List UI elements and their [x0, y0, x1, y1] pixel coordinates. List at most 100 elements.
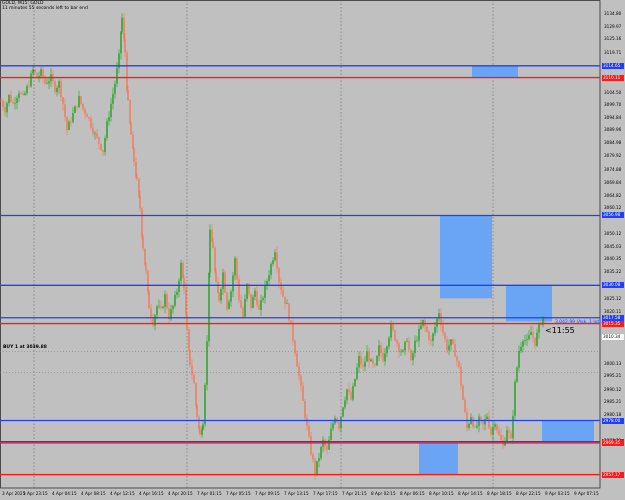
price-tick-label: 3129.97 [604, 23, 622, 29]
candle-body [366, 351, 368, 362]
price-tick-label: 3119.71 [604, 50, 622, 56]
candle-body [182, 262, 184, 278]
candle-body [74, 106, 76, 113]
time-tick-label: 3 Apr 23:15 [23, 491, 48, 496]
candle-body [228, 301, 230, 310]
candle-body [129, 100, 131, 124]
blue-level-tag: 2978.00 [602, 417, 624, 424]
order-label[interactable]: BUY 1 at 3039.88 [3, 345, 47, 350]
candle-body [396, 340, 398, 344]
candle-body [488, 416, 490, 428]
time-tick-label: 7 Apr 09:15 [255, 491, 280, 496]
candle-body [306, 418, 308, 427]
candle-body [300, 375, 302, 386]
price-tick-label: 3125.16 [604, 36, 622, 42]
candle-body [378, 345, 380, 356]
candle-body [358, 355, 360, 368]
candle-body [126, 52, 128, 91]
candle-body [46, 83, 48, 84]
candle-body [212, 241, 214, 249]
candle-body [20, 93, 22, 94]
candle-body [298, 366, 300, 376]
candle-body [428, 331, 430, 341]
candle-body [158, 305, 160, 307]
candle-body [272, 260, 274, 265]
candle-body [332, 423, 334, 429]
candle-body [446, 339, 448, 351]
candle-body [217, 282, 219, 293]
candle-body [330, 428, 332, 440]
red-level-tag: 3015.35 [602, 320, 624, 327]
candle-body [456, 356, 458, 362]
candle-body [2, 101, 4, 108]
candle-body [244, 298, 246, 317]
candle-body [112, 93, 114, 104]
candle-body [120, 31, 122, 54]
candle-body [209, 229, 211, 273]
price-tick-label: 3074.88 [604, 166, 622, 172]
candle-body [276, 252, 278, 269]
candle-body [352, 386, 354, 400]
candle-body [226, 292, 228, 310]
red-level-tag: 2957.17 [602, 471, 624, 478]
candle-body [104, 138, 106, 153]
candle-body [280, 282, 282, 291]
candle-body [78, 96, 80, 108]
blue-level-tag: 3056.98 [602, 212, 624, 219]
bar-countdown-label: 11 minutes 55 seconds left to bar end [2, 6, 88, 11]
candle-body [172, 305, 174, 310]
candle-body [164, 294, 166, 307]
time-tick-label: 4 Apr 08:15 [81, 491, 106, 496]
time-tick-label: 4 Apr 12:15 [110, 491, 135, 496]
candle-body [42, 69, 44, 78]
candle-body [254, 290, 256, 297]
candle-body [195, 383, 197, 406]
candle-body [266, 281, 268, 285]
candle-body [10, 94, 12, 102]
candle-body [186, 314, 188, 330]
candle-body [215, 271, 217, 283]
price-chart[interactable] [0, 0, 625, 500]
candle-body [232, 275, 234, 292]
time-tick-label: 7 Apr 17:15 [313, 491, 338, 496]
candle-body [34, 69, 36, 73]
candle-body [234, 258, 236, 276]
candle-body [422, 319, 424, 326]
candle-body [268, 275, 270, 282]
candle-body [364, 361, 366, 367]
candle-body [150, 308, 152, 317]
candle-body [394, 330, 396, 341]
candle-body [524, 340, 526, 342]
candle-body [296, 353, 298, 367]
candle-body [121, 17, 123, 32]
candle-body [84, 109, 86, 114]
candle-body [534, 337, 536, 346]
candle-body [314, 459, 316, 475]
candle-body [444, 333, 446, 340]
candle-body [139, 196, 141, 209]
candle-body [510, 432, 512, 439]
price-tick-label: 3104.50 [604, 89, 622, 95]
candle-body [145, 265, 147, 271]
candle-body [214, 248, 216, 272]
candle-body [382, 353, 384, 362]
candle-body [224, 272, 226, 293]
candle-body [400, 351, 402, 353]
candle-body [386, 346, 388, 354]
candle-body [304, 401, 306, 419]
candle-body [70, 121, 72, 123]
current-price-tag: 3010.34 [602, 333, 624, 340]
candle-body [376, 355, 378, 366]
time-tick-label: 8 Apr 14:15 [458, 491, 483, 496]
candle-body [316, 461, 318, 475]
candle-body [242, 307, 244, 317]
candle-body [12, 101, 14, 104]
candle-body [54, 81, 56, 92]
candle-body [22, 93, 24, 95]
candle-body [240, 300, 242, 308]
candle-body [372, 359, 374, 364]
candle-body [508, 430, 510, 433]
candle-body [412, 352, 414, 361]
candle-body [189, 349, 191, 366]
trading-chart[interactable]: GOLD, M15: GOLD 11 minutes 55 seconds le… [0, 0, 625, 500]
